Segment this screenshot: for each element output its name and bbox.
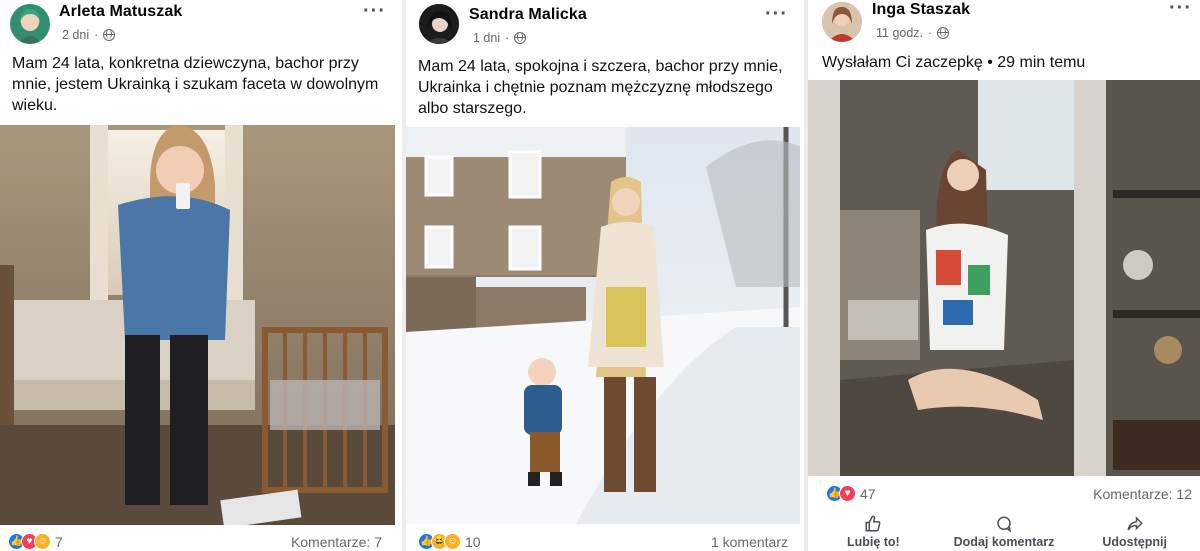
globe-icon — [937, 27, 950, 39]
comment-icon — [997, 516, 1012, 533]
comments-count[interactable]: Komentarze: 12 — [1093, 486, 1192, 502]
post-time[interactable]: 11 godz. — [876, 26, 923, 40]
post-header: Sandra Malicka 1 dni · ··· — [406, 0, 800, 50]
author-name[interactable]: Sandra Malicka — [469, 6, 587, 24]
post-header: Arleta Matuszak 2 dni · ··· — [0, 0, 398, 50]
author-name[interactable]: Inga Staszak — [872, 1, 970, 19]
share-icon — [1127, 516, 1143, 531]
post-photo[interactable] — [406, 127, 800, 524]
avatar[interactable] — [822, 2, 862, 42]
share-label: Udostępnij — [1102, 535, 1167, 549]
post-photo[interactable] — [0, 125, 395, 525]
like-label: Lubię to! — [846, 535, 900, 549]
reactions-summary[interactable]: 👍 ♥ 47 — [826, 485, 876, 502]
globe-icon — [514, 32, 527, 44]
comments-count[interactable]: Komentarze: 7 — [291, 534, 382, 550]
avatar[interactable] — [10, 4, 50, 44]
post-meta: 1 dni · — [473, 31, 527, 45]
more-options-icon[interactable]: ··· — [765, 4, 788, 24]
post-card: Arleta Matuszak 2 dni · ··· Mam 24 lata,… — [0, 0, 398, 551]
post-time[interactable]: 1 dni — [473, 31, 500, 45]
more-options-icon[interactable]: ··· — [363, 1, 386, 21]
reactions-summary[interactable]: 👍 ♥ ☺ 7 — [8, 533, 63, 550]
post-text: Wysłałam Ci zaczepkę • 29 min temu — [822, 54, 1086, 71]
post-header: Inga Staszak 11 godz. · ··· — [808, 0, 1200, 50]
post-meta: 11 godz. · — [876, 26, 950, 40]
reaction-count: 10 — [465, 533, 481, 550]
globe-icon — [103, 29, 116, 41]
author-name[interactable]: Arleta Matuszak — [59, 3, 182, 21]
reaction-count: 7 — [55, 533, 63, 550]
avatar[interactable] — [419, 4, 459, 44]
love-icon: ♥ — [839, 485, 856, 502]
comments-count[interactable]: 1 komentarz — [711, 534, 788, 550]
care-icon: ☺ — [34, 533, 51, 550]
care-icon: ☺ — [444, 533, 461, 550]
reactions-summary[interactable]: 👍 😆 ☺ 10 — [418, 533, 481, 550]
comment-button[interactable]: Dodaj komentarz — [939, 515, 1070, 551]
post-card: Sandra Malicka 1 dni · ··· Mam 24 lata, … — [402, 0, 800, 551]
post-meta: 2 dni · — [62, 28, 116, 42]
like-button[interactable]: Lubię to! — [808, 515, 939, 551]
comment-label: Dodaj komentarz — [953, 535, 1055, 549]
post-photo[interactable] — [808, 80, 1200, 476]
post-time[interactable]: 2 dni — [62, 28, 89, 42]
thumbs-up-icon — [865, 515, 881, 532]
post-actions-bar: Lubię to! Dodaj komentarz Udostępnij — [808, 515, 1200, 551]
post-card: Inga Staszak 11 godz. · ··· Wysłałam Ci … — [804, 0, 1200, 551]
share-button[interactable]: Udostępnij — [1069, 515, 1200, 551]
more-options-icon[interactable]: ··· — [1169, 0, 1192, 18]
reaction-count: 47 — [860, 485, 876, 502]
post-text: Mam 24 lata, spokojna i szczera, bachor … — [418, 58, 783, 117]
post-text: Mam 24 lata, konkretna dziewczyna, bacho… — [12, 55, 379, 114]
